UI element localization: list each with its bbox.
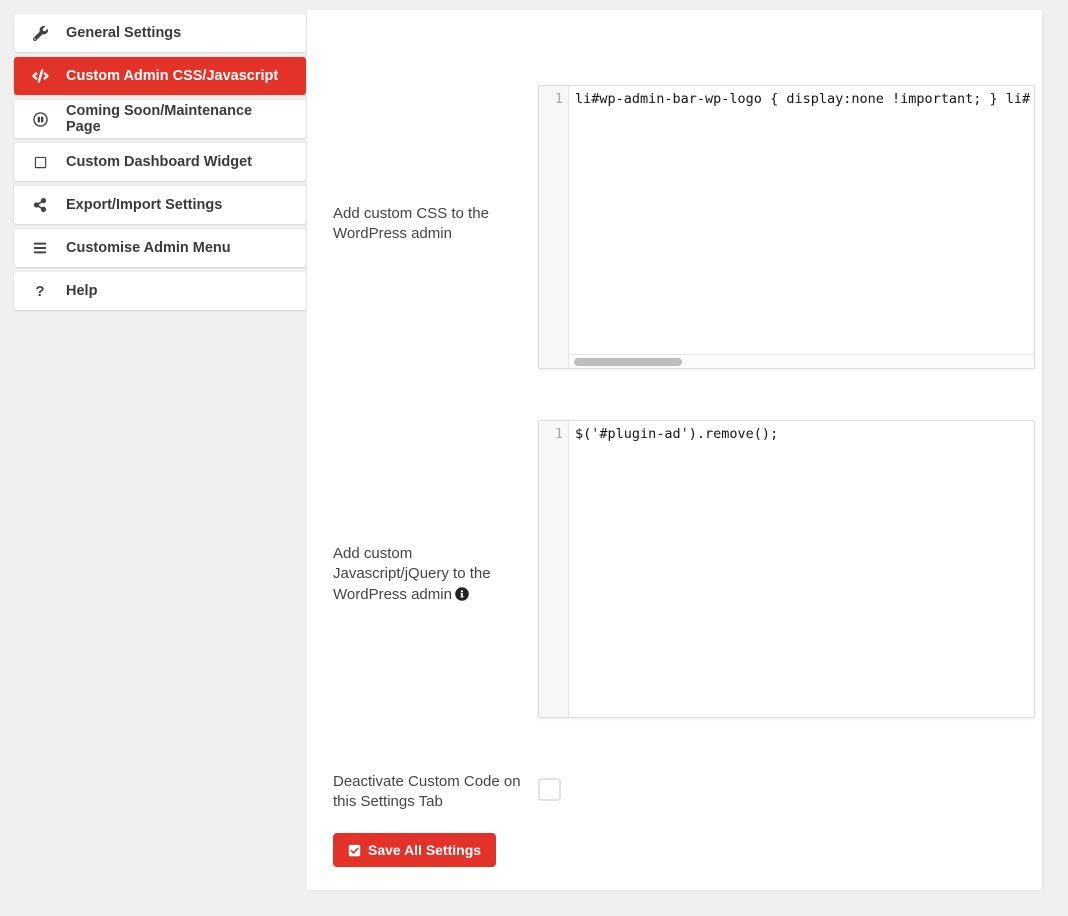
save-all-settings-label: Save All Settings — [368, 842, 482, 858]
sidebar-item-label: Coming Soon/Maintenance Page — [66, 103, 253, 135]
sidebar-item-customise-admin-menu[interactable]: Customise Admin Menu — [14, 229, 306, 267]
sidebar-item-custom-admin-css-js[interactable]: Custom Admin CSS/Javascript — [14, 57, 306, 95]
deactivate-code-checkbox[interactable] — [538, 778, 561, 801]
square-outline-icon — [31, 156, 49, 169]
scrollbar-thumb[interactable] — [574, 358, 682, 366]
sidebar-item-coming-soon[interactable]: Coming Soon/Maintenance Page — [14, 100, 306, 138]
settings-sidebar: General Settings Custom Admin CSS/Javasc… — [14, 14, 306, 315]
custom-css-editor[interactable]: 1 li#wp-admin-bar-wp-logo { display:none… — [538, 85, 1035, 369]
deactivate-code-label: Deactivate Custom Code on this Settings … — [333, 773, 521, 811]
info-circle-icon[interactable] — [455, 586, 469, 607]
sidebar-item-label: Customise Admin Menu — [66, 240, 231, 256]
menu-bars-icon — [31, 241, 49, 255]
editor-gutter: 1 — [539, 421, 569, 717]
custom-js-editor[interactable]: 1 $('#plugin-ad').remove(); — [538, 420, 1035, 718]
line-number: 1 — [554, 426, 563, 442]
code-icon — [31, 69, 49, 83]
pause-circle-icon — [31, 111, 49, 127]
question-mark-icon: ? — [35, 282, 45, 300]
sidebar-item-label: Custom Admin CSS/Javascript — [66, 68, 279, 84]
sidebar-item-label: General Settings — [66, 25, 182, 41]
sidebar-item-label: Custom Dashboard Widget — [66, 154, 252, 170]
save-all-settings-button[interactable]: Save All Settings — [333, 833, 497, 867]
sidebar-item-help[interactable]: ? Help — [14, 272, 306, 310]
sidebar-item-label: Export/Import Settings — [66, 197, 223, 213]
editor-gutter: 1 — [539, 86, 569, 368]
wrench-icon — [31, 25, 49, 41]
horizontal-scrollbar[interactable] — [569, 354, 1034, 368]
check-square-icon — [348, 844, 361, 857]
sidebar-item-export-import[interactable]: Export/Import Settings — [14, 186, 306, 224]
sidebar-item-general-settings[interactable]: General Settings — [14, 14, 306, 52]
custom-js-code-input[interactable]: $('#plugin-ad').remove(); — [570, 426, 1033, 446]
sidebar-item-label: Help — [66, 283, 98, 299]
custom-css-code-input[interactable]: li#wp-admin-bar-wp-logo { display:none !… — [570, 91, 1033, 111]
share-icon — [31, 198, 49, 212]
line-number: 1 — [554, 91, 563, 107]
custom-js-label: Add custom Javascript/jQuery to the Word… — [333, 544, 511, 607]
custom-css-label: Add custom CSS to the WordPress admin — [333, 205, 489, 243]
sidebar-item-dashboard-widget[interactable]: Custom Dashboard Widget — [14, 143, 306, 181]
settings-content-panel: Add custom CSS to the WordPress admin 1 … — [307, 10, 1042, 890]
